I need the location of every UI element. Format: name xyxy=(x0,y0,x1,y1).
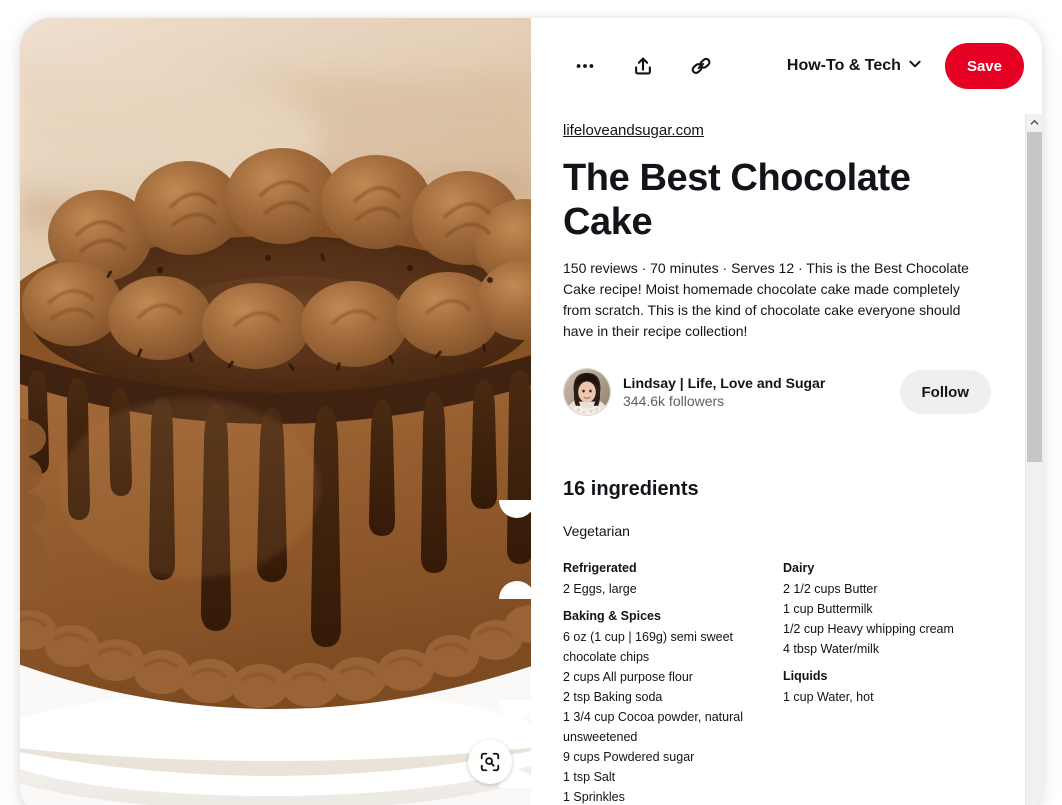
ingredient-group-title: Liquids xyxy=(783,669,828,684)
detail-scrollbar[interactable] xyxy=(1025,114,1042,805)
ingredient-group-title: Baking & Spices xyxy=(563,609,661,624)
ingredient-item: 1 3/4 cup Cocoa powder, natural unsweete… xyxy=(563,710,743,745)
pin-detail-content: lifeloveandsugar.com The Best Chocolate … xyxy=(563,114,1017,805)
ingredient-item: 4 tbsp Water/milk xyxy=(783,642,880,657)
ingredients-heading: 16 ingredients xyxy=(563,478,699,501)
ingredient-columns: Refrigerated 2 Eggs, large Baking & Spic… xyxy=(563,561,1003,805)
page-title: The Best Chocolate Cake xyxy=(563,157,911,244)
ingredient-item: 2 1/2 cups Butter xyxy=(783,582,878,597)
share-upload-icon[interactable] xyxy=(621,44,665,88)
board-name-label: How-To & Tech xyxy=(786,57,901,74)
ingredient-item: 6 oz (1 cup | 169g) semi sweet chocolate… xyxy=(563,630,733,665)
ingredient-column-right: Dairy 2 1/2 cups Butter 1 cup Buttermilk… xyxy=(783,561,1003,805)
chevron-down-icon xyxy=(907,56,923,77)
pin-detail-scroll-region[interactable]: lifeloveandsugar.com The Best Chocolate … xyxy=(531,114,1042,805)
ingredient-item: 1 cup Buttermilk xyxy=(783,602,873,617)
avatar[interactable] xyxy=(563,368,611,417)
pin-detail-pane: How-To & Tech Save lifeloveandsugar.com … xyxy=(531,18,1042,805)
ingredient-item: 9 cups Powdered sugar xyxy=(563,750,695,765)
ingredient-group: Baking & Spices 6 oz (1 cup | 169g) semi… xyxy=(563,609,783,805)
ingredient-group-title: Dairy xyxy=(783,561,815,576)
scrollbar-down-arrow[interactable] xyxy=(1026,801,1042,805)
ingredient-item: 1 cup Water, hot xyxy=(783,690,874,705)
chocolate-cake-photo[interactable] xyxy=(20,18,531,805)
pin-detail-page: How-To & Tech Save lifeloveandsugar.com … xyxy=(0,0,1062,805)
pin-description: 150 reviews · 70 minutes · Serves 12 · T… xyxy=(563,260,969,340)
pin-action-bar: How-To & Tech Save xyxy=(531,18,1042,114)
scrollbar-up-arrow[interactable] xyxy=(1026,114,1042,131)
ingredient-item: 2 Eggs, large xyxy=(563,582,637,597)
creator-text: Lindsay | Life, Love and Sugar 344.6k fo… xyxy=(623,374,900,410)
ingredient-column-left: Refrigerated 2 Eggs, large Baking & Spic… xyxy=(563,561,783,805)
ingredient-item: 1 Sprinkles xyxy=(563,790,625,805)
ingredient-group: Refrigerated 2 Eggs, large xyxy=(563,561,783,599)
diet-tag: Vegetarian xyxy=(563,523,630,540)
ingredient-item: 2 cups All purpose flour xyxy=(563,670,693,685)
creator-row: Lindsay | Life, Love and Sugar 344.6k fo… xyxy=(563,368,991,417)
scrollbar-thumb[interactable] xyxy=(1027,132,1042,462)
ingredient-item: 2 tsp Baking soda xyxy=(563,690,663,705)
visual-search-icon[interactable] xyxy=(468,740,512,784)
ingredient-group-title: Refrigerated xyxy=(563,561,637,576)
ingredient-item: 1 tsp Salt xyxy=(563,770,616,785)
ingredient-group: Liquids 1 cup Water, hot xyxy=(783,669,1003,707)
ingredient-item: 1/2 cup Heavy whipping cream xyxy=(783,622,954,637)
source-domain-link[interactable]: lifeloveandsugar.com xyxy=(563,122,704,139)
pin-card: How-To & Tech Save lifeloveandsugar.com … xyxy=(20,18,1042,805)
pin-image-pane[interactable] xyxy=(20,18,531,805)
creator-name[interactable]: Lindsay | Life, Love and Sugar xyxy=(623,374,900,392)
save-button[interactable]: Save xyxy=(944,43,1024,89)
follow-button[interactable]: Follow xyxy=(899,370,991,415)
ingredient-group: Dairy 2 1/2 cups Butter 1 cup Buttermilk… xyxy=(783,561,1003,659)
board-selector[interactable]: How-To & Tech xyxy=(779,50,931,83)
ellipsis-icon[interactable] xyxy=(563,44,607,88)
creator-followers: 344.6k followers xyxy=(623,393,725,410)
chain-link-icon[interactable] xyxy=(679,44,723,88)
